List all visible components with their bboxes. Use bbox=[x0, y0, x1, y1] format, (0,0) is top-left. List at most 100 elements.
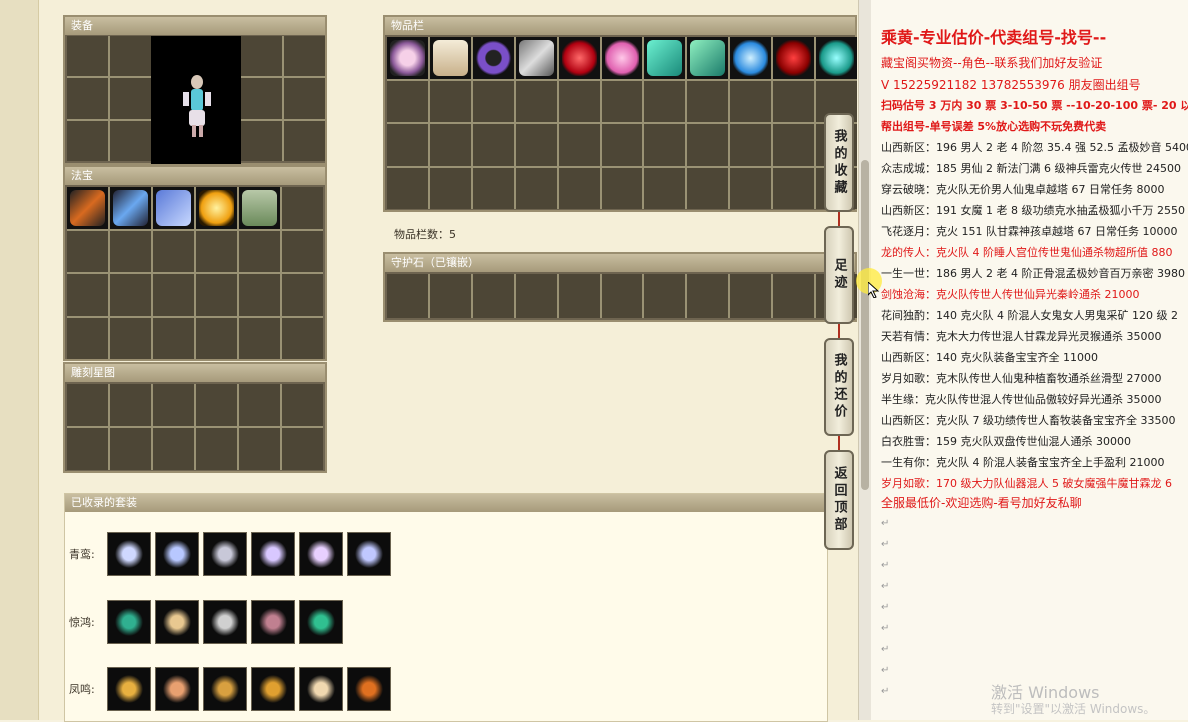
equip-slot[interactable] bbox=[110, 78, 151, 119]
equip-slot[interactable] bbox=[284, 120, 325, 161]
my-collection-button[interactable]: 我的收藏 bbox=[824, 113, 854, 212]
item-slot[interactable] bbox=[515, 80, 557, 122]
item-slot[interactable] bbox=[239, 317, 280, 359]
item-slot[interactable] bbox=[387, 80, 428, 122]
item-slot[interactable] bbox=[730, 80, 772, 122]
item-slot-filled[interactable] bbox=[110, 187, 151, 229]
item-slot-filled[interactable] bbox=[687, 37, 729, 79]
item-slot[interactable] bbox=[730, 124, 772, 166]
item-slot[interactable] bbox=[472, 80, 514, 122]
item-slot-filled[interactable] bbox=[196, 187, 237, 229]
item-slot[interactable] bbox=[773, 274, 815, 318]
set-piece[interactable] bbox=[251, 600, 295, 644]
equip-slot[interactable] bbox=[67, 78, 108, 119]
item-slot[interactable] bbox=[558, 124, 600, 166]
set-piece[interactable] bbox=[347, 532, 391, 576]
my-bargain-button[interactable]: 我的还价 bbox=[824, 338, 854, 436]
item-slot[interactable] bbox=[515, 167, 557, 209]
item-slot[interactable] bbox=[687, 124, 729, 166]
item-slot[interactable] bbox=[773, 80, 815, 122]
item-slot[interactable] bbox=[282, 428, 323, 470]
item-slot[interactable] bbox=[110, 274, 151, 316]
item-slot[interactable] bbox=[687, 167, 729, 209]
equip-slot[interactable] bbox=[110, 120, 151, 161]
item-slot[interactable] bbox=[239, 230, 280, 272]
item-slot-filled[interactable] bbox=[730, 37, 772, 79]
item-slot-filled[interactable] bbox=[816, 37, 857, 79]
back-to-top-button[interactable]: 返回顶部 bbox=[824, 450, 854, 550]
item-slot-filled[interactable] bbox=[515, 37, 557, 79]
item-slot[interactable] bbox=[196, 428, 237, 470]
item-slot[interactable] bbox=[196, 384, 237, 426]
item-slot[interactable] bbox=[239, 428, 280, 470]
scrollbar-thumb[interactable] bbox=[861, 160, 869, 490]
set-piece[interactable] bbox=[203, 600, 247, 644]
item-slot[interactable] bbox=[153, 384, 194, 426]
item-slot[interactable] bbox=[429, 80, 471, 122]
item-slot[interactable] bbox=[601, 167, 643, 209]
item-slot[interactable] bbox=[773, 124, 815, 166]
equip-slot[interactable] bbox=[67, 120, 108, 161]
item-slot[interactable] bbox=[387, 124, 428, 166]
item-slot-filled[interactable] bbox=[644, 37, 686, 79]
item-slot[interactable] bbox=[515, 124, 557, 166]
item-slot[interactable] bbox=[196, 317, 237, 359]
item-slot[interactable] bbox=[773, 167, 815, 209]
item-slot[interactable] bbox=[687, 80, 729, 122]
item-slot[interactable] bbox=[282, 230, 323, 272]
item-slot[interactable] bbox=[282, 384, 323, 426]
item-slot[interactable] bbox=[67, 384, 108, 426]
item-slot[interactable] bbox=[601, 124, 643, 166]
item-slot-filled[interactable] bbox=[153, 187, 194, 229]
item-slot[interactable] bbox=[282, 274, 323, 316]
item-slot[interactable] bbox=[282, 187, 323, 229]
item-slot[interactable] bbox=[153, 428, 194, 470]
equip-slot[interactable] bbox=[284, 78, 325, 119]
item-slot[interactable] bbox=[472, 167, 514, 209]
item-slot[interactable] bbox=[67, 317, 108, 359]
set-piece[interactable] bbox=[299, 532, 343, 576]
item-slot-filled[interactable] bbox=[601, 37, 643, 79]
item-slot[interactable] bbox=[110, 428, 151, 470]
item-slot[interactable] bbox=[601, 80, 643, 122]
item-slot[interactable] bbox=[730, 167, 772, 209]
equip-slot[interactable] bbox=[67, 36, 108, 77]
item-slot[interactable] bbox=[110, 317, 151, 359]
equip-slot[interactable] bbox=[284, 36, 325, 77]
item-slot[interactable] bbox=[387, 274, 428, 318]
set-piece[interactable] bbox=[299, 600, 343, 644]
set-piece[interactable] bbox=[203, 667, 247, 711]
item-slot[interactable] bbox=[67, 230, 108, 272]
page-scrollbar[interactable] bbox=[858, 0, 871, 720]
item-slot[interactable] bbox=[110, 384, 151, 426]
set-piece[interactable] bbox=[299, 667, 343, 711]
item-slot[interactable] bbox=[153, 230, 194, 272]
item-slot-filled[interactable] bbox=[558, 37, 600, 79]
set-piece[interactable] bbox=[107, 600, 151, 644]
footprint-button[interactable]: 足迹 bbox=[824, 226, 854, 324]
item-slot[interactable] bbox=[601, 274, 643, 318]
item-slot[interactable] bbox=[472, 274, 514, 318]
item-slot[interactable] bbox=[429, 274, 471, 318]
item-slot-filled[interactable] bbox=[429, 37, 471, 79]
item-slot[interactable] bbox=[429, 167, 471, 209]
item-slot[interactable] bbox=[644, 274, 686, 318]
item-slot[interactable] bbox=[239, 274, 280, 316]
item-slot[interactable] bbox=[387, 167, 428, 209]
item-slot[interactable] bbox=[730, 274, 772, 318]
item-slot-filled[interactable] bbox=[387, 37, 428, 79]
item-slot[interactable] bbox=[196, 230, 237, 272]
set-piece[interactable] bbox=[107, 532, 151, 576]
set-piece[interactable] bbox=[155, 600, 199, 644]
item-slot[interactable] bbox=[153, 274, 194, 316]
set-piece[interactable] bbox=[251, 532, 295, 576]
item-slot[interactable] bbox=[644, 80, 686, 122]
item-slot[interactable] bbox=[644, 167, 686, 209]
set-piece[interactable] bbox=[107, 667, 151, 711]
item-slot[interactable] bbox=[515, 274, 557, 318]
item-slot-filled[interactable] bbox=[67, 187, 108, 229]
item-slot[interactable] bbox=[558, 167, 600, 209]
item-slot-filled[interactable] bbox=[472, 37, 514, 79]
set-piece[interactable] bbox=[155, 532, 199, 576]
item-slot[interactable] bbox=[429, 124, 471, 166]
